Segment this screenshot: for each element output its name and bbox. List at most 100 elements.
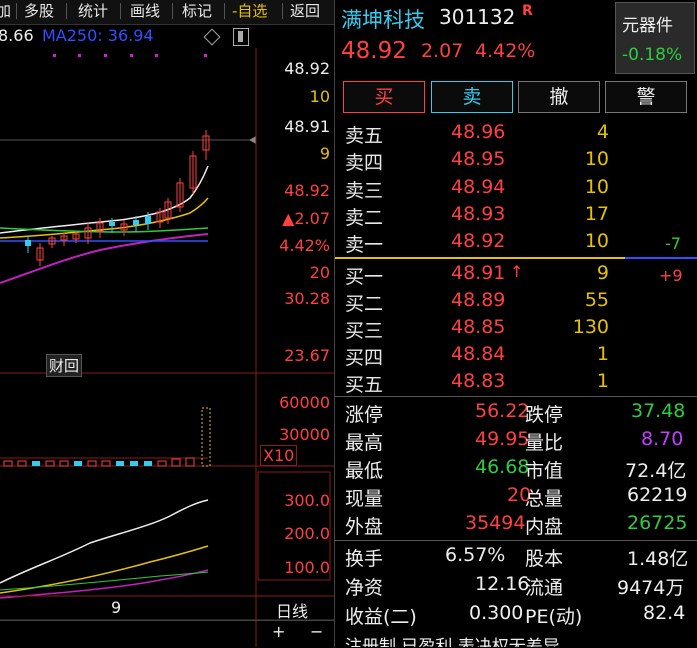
bid-label: 买一 <box>345 266 384 288</box>
ask-volume: 17 <box>584 203 609 225</box>
toolbar-separator <box>16 3 17 19</box>
ask-price: 48.92 <box>451 230 506 252</box>
up-arrow-icon: ↑ <box>510 262 524 281</box>
volume-multiplier: X10 <box>260 445 298 466</box>
cancel-order-button[interactable]: 撤 <box>518 81 600 113</box>
stat-low: 46.68 <box>475 456 530 478</box>
period-selector[interactable]: 日线 <box>276 598 308 622</box>
stat-label-net-asset: 净资 <box>345 577 384 599</box>
bid-price: 48.91 <box>451 262 506 284</box>
axis-last-price: 48.92 <box>284 181 330 200</box>
stat-label-vol-ratio: 量比 <box>525 432 564 454</box>
toolbar-watchlist[interactable]: -自选 <box>232 0 267 22</box>
axis-volume-mid: 30000 <box>279 425 330 444</box>
order-book-divider <box>335 257 625 259</box>
axis-vol-top: 10 <box>309 87 330 106</box>
quote-panel: 满坤科技 301132 R 48.92 2.07 4.42% 元器件 -0.18… <box>334 0 697 647</box>
axis-vol-current: 9 <box>319 144 330 163</box>
ask-price: 48.95 <box>451 148 506 170</box>
stat-float: 9474万 <box>617 577 685 599</box>
toolbar-back[interactable]: 返回 <box>290 0 320 22</box>
chart-scrollbar[interactable] <box>0 620 334 648</box>
ask-label: 卖五 <box>345 125 384 147</box>
ask-label: 卖四 <box>345 152 384 174</box>
stat-label-mkt-cap: 市值 <box>525 460 564 482</box>
bid-label: 买五 <box>345 374 384 396</box>
ask-price: 48.93 <box>451 203 506 225</box>
stat-share-cap: 1.48亿 <box>627 548 689 570</box>
stat-pe: 82.4 <box>643 602 686 624</box>
axis-change: ▲2.07 <box>282 209 330 228</box>
stock-code: 301132 <box>439 5 516 29</box>
stat-eps: 0.300 <box>469 602 524 624</box>
volume-bars <box>0 407 211 467</box>
stat-label-outer: 外盘 <box>345 516 384 538</box>
axis-vol-last: 20 <box>309 263 330 282</box>
section-divider <box>335 396 697 397</box>
indicator-prev-value: 8.66 <box>0 26 34 45</box>
stock-price: 48.92 <box>341 38 407 64</box>
diamond-icon[interactable] <box>203 28 221 46</box>
axis-price-low: 23.67 <box>284 346 330 365</box>
axis-macd-100: 100.0 <box>284 558 330 577</box>
registration-badge: R <box>522 3 533 19</box>
bid-volume: 9 <box>596 262 609 284</box>
sector-box[interactable]: 元器件 -0.18% <box>615 2 695 74</box>
stat-label-cur-vol: 现量 <box>345 488 384 510</box>
stat-net-asset: 12.16 <box>475 573 530 595</box>
stat-turnover: 6.57% <box>445 544 506 566</box>
axis-change-pct: 4.42% <box>279 236 330 255</box>
toolbar-statistics[interactable]: 统计 <box>78 0 108 22</box>
stat-label-limit-down: 跌停 <box>525 404 564 426</box>
kline-chart-area[interactable]: 加 多股 统计 画线 标记 -自选 返回 8.66 MA250: 36.94 4… <box>0 0 334 647</box>
axis-price-mid: 30.28 <box>284 289 330 308</box>
stat-limit-down: 37.48 <box>631 400 686 422</box>
sector-name: 元器件 <box>622 16 673 36</box>
toolbar-separator <box>120 3 121 19</box>
stat-limit-up: 56.22 <box>475 400 530 422</box>
window-toggle-icon[interactable] <box>233 28 249 46</box>
axis-volume-high: 60000 <box>279 393 330 412</box>
date-axis-label: 9 <box>111 598 122 617</box>
axis-macd-300: 300.0 <box>284 491 330 510</box>
stock-change-pct: 4.42% <box>475 40 536 62</box>
stat-label-limit-up: 涨停 <box>345 404 384 426</box>
toolbar-add[interactable]: 加 <box>0 0 11 22</box>
price-alert-button[interactable]: 警 <box>605 81 687 113</box>
bid-volume: 130 <box>572 316 609 338</box>
stat-label-turnover: 换手 <box>345 548 384 570</box>
toolbar-separator <box>282 3 283 19</box>
toolbar-multi-stock[interactable]: 多股 <box>24 0 54 22</box>
toolbar-draw-line[interactable]: 画线 <box>130 0 160 22</box>
toolbar-mark[interactable]: 标记 <box>182 0 212 22</box>
stat-total-vol: 62219 <box>627 484 688 506</box>
ask-price: 48.96 <box>451 121 506 143</box>
chart-toolbar: 加 多股 统计 画线 标记 -自选 返回 <box>0 0 334 25</box>
ma250-label: MA250: 36.94 <box>42 26 154 45</box>
footer-tags-container: 注册制 已盈利 表决权无差异 <box>335 632 697 647</box>
bid-label: 买二 <box>345 293 384 315</box>
ask-label: 卖二 <box>345 207 384 229</box>
bid-volume: 55 <box>584 289 609 311</box>
axis-macd-200: 200.0 <box>284 524 330 543</box>
buy-button[interactable]: 买 <box>343 81 425 113</box>
bid-label: 买三 <box>345 320 384 342</box>
stat-mkt-cap: 72.4亿 <box>625 460 687 482</box>
lower-indicator-lines <box>0 499 209 599</box>
bid-price: 48.85 <box>451 316 506 338</box>
stat-label-eps: 收益(二) <box>345 606 417 628</box>
sector-change-pct: -0.18% <box>622 45 683 65</box>
sell-button[interactable]: 卖 <box>431 81 513 113</box>
ask-volume: 10 <box>584 230 609 252</box>
stat-high: 49.95 <box>475 428 530 450</box>
stat-label-float: 流通 <box>525 577 564 599</box>
ask-label: 卖三 <box>345 180 384 202</box>
candles <box>25 130 210 266</box>
stat-label-high: 最高 <box>345 432 384 454</box>
financial-report-marker[interactable]: 财回 <box>46 354 83 377</box>
footer-tags: 注册制 已盈利 表决权无差异 <box>345 637 560 647</box>
ask-label: 卖一 <box>345 234 384 256</box>
bid-volume: 1 <box>596 370 609 392</box>
toolbar-separator <box>66 3 67 19</box>
ask-volume: 10 <box>584 176 609 198</box>
